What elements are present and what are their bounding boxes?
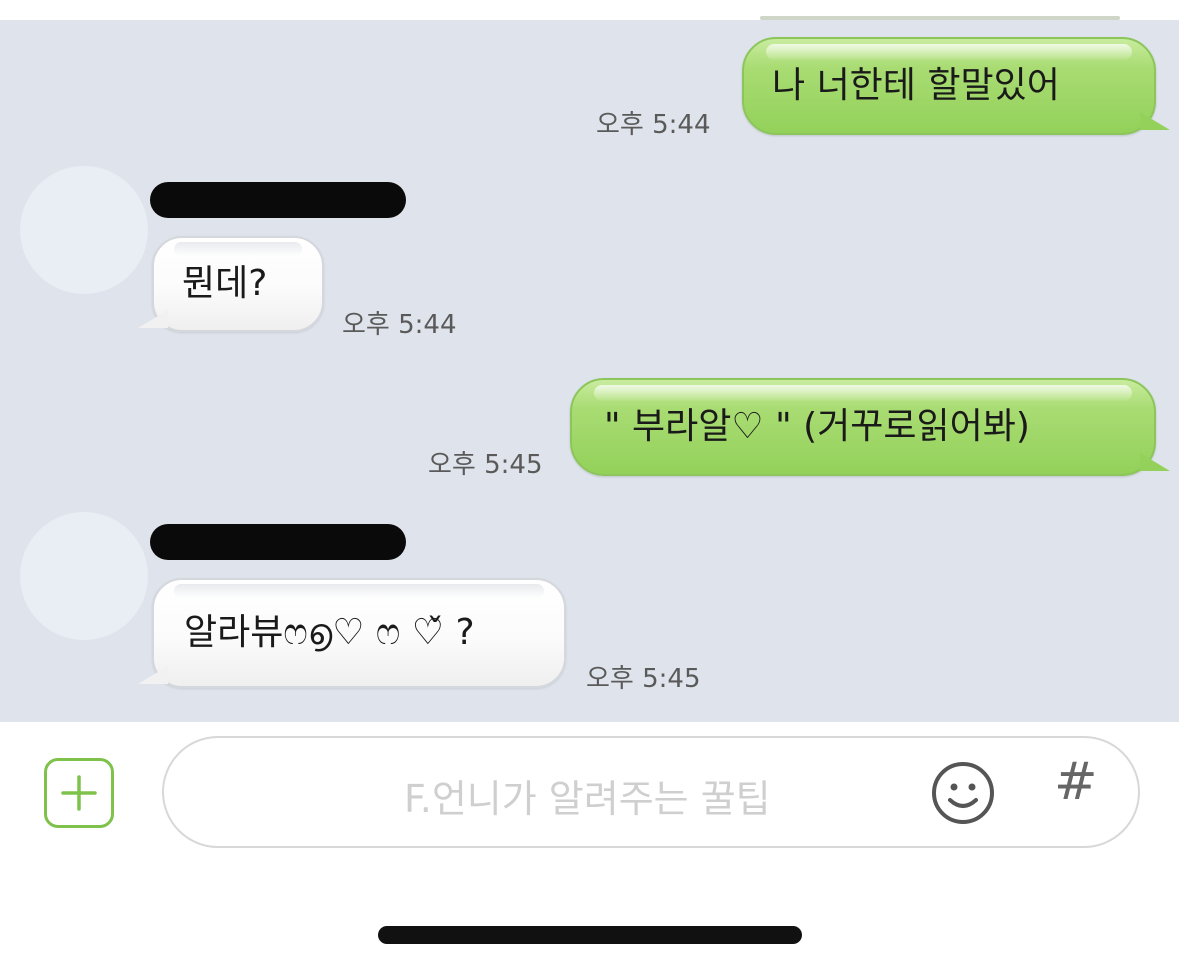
add-attachment-button[interactable]	[44, 758, 114, 828]
home-indicator[interactable]	[378, 926, 802, 944]
bubble-tail	[1140, 453, 1170, 471]
message-input-text: F.언니가 알려주는 꿀팁	[404, 777, 771, 821]
bubble-tail	[138, 666, 168, 684]
message-text: 뭔데?	[182, 263, 268, 304]
message-time: 오후 5:44	[342, 310, 457, 340]
emoji-button[interactable]	[930, 760, 996, 826]
message-input[interactable]: F.언니가 알려주는 꿀팁 #	[162, 736, 1140, 848]
hashtag-button[interactable]: #	[1054, 756, 1098, 808]
sender-name-redacted	[150, 182, 406, 218]
message-text: 알라뷰ෆ൭♡ ෆ ♡̌ ?	[184, 612, 475, 653]
outgoing-message-bubble[interactable]: 나 너한테 할말있어	[742, 37, 1156, 135]
plus-icon	[61, 775, 97, 811]
sender-name-redacted	[150, 524, 406, 560]
message-text: " 부라알♡ " (거꾸로읽어봐)	[604, 406, 1030, 447]
avatar[interactable]	[20, 166, 148, 294]
bubble-tail	[138, 310, 168, 328]
chat-area[interactable]: 나 너한테 할말있어 오후 5:44 뭔데? 오후 5:44 " 부라알♡ " …	[0, 20, 1179, 722]
bubble-tail	[1140, 112, 1170, 130]
message-time: 오후 5:45	[428, 450, 543, 480]
outgoing-message-bubble[interactable]: " 부라알♡ " (거꾸로읽어봐)	[570, 378, 1156, 476]
incoming-message-bubble[interactable]: 뭔데?	[152, 236, 324, 332]
message-time: 오후 5:45	[586, 664, 701, 694]
message-time: 오후 5:44	[596, 110, 711, 140]
smiley-icon	[932, 762, 994, 824]
incoming-message-bubble[interactable]: 알라뷰ෆ൭♡ ෆ ♡̌ ?	[152, 578, 566, 688]
message-text: 나 너한테 할말있어	[772, 65, 1060, 106]
top-edge	[0, 0, 1179, 20]
avatar[interactable]	[20, 512, 148, 640]
